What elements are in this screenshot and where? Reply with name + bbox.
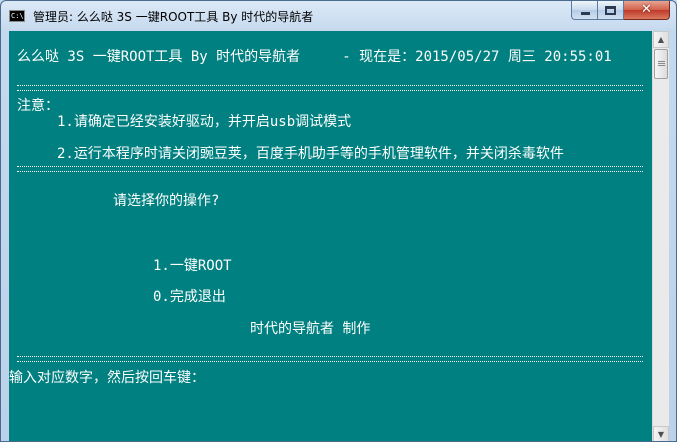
minimize-button[interactable] [571,1,598,20]
notice-item: 2.运行本程序时请关闭豌豆荚，百度手机助手等的手机管理软件，并关闭杀毒软件 [57,146,564,162]
input-prompt: 输入对应数字，然后按回车键： [9,370,205,386]
console-output[interactable]: 么么哒 3S 一键ROOT工具 By 时代的导航者 - 现在是：2015/05/… [9,31,652,441]
grip-line [658,65,665,66]
scroll-up-button[interactable]: ▲ [653,31,669,48]
console-client-area: 么么哒 3S 一键ROOT工具 By 时代的导航者 - 现在是：2015/05/… [9,31,669,441]
arrow-down-icon: ▼ [657,430,665,439]
separator-line [17,85,643,91]
title-bar[interactable]: C:\ 管理员: 么么哒 3S 一键ROOT工具 By 时代的导航者 ✕ [1,1,676,31]
maximize-button[interactable] [598,1,624,20]
select-prompt: 请选择你的操作? [113,193,220,209]
scrollbar-thumb[interactable] [654,49,668,79]
grip-line [658,63,665,64]
credit-text: 时代的导航者 制作 [250,321,371,337]
maximize-icon [605,6,616,15]
notice-label: 注意： [17,98,59,114]
caption-buttons: ✕ [571,1,670,21]
menu-option-exit: 0.完成退出 [153,289,226,305]
notice-item: 1.请确定已经安装好驱动，并开启usb调试模式 [57,114,352,130]
grip-line [658,61,665,62]
console-app-icon[interactable]: C:\ [9,10,25,22]
vertical-scrollbar[interactable]: ▲ ▼ [652,31,669,441]
header-line: 么么哒 3S 一键ROOT工具 By 时代的导航者 - 现在是：2015/05/… [17,49,612,65]
close-icon: ✕ [641,2,652,17]
window-title: 管理员: 么么哒 3S 一键ROOT工具 By 时代的导航者 [33,10,314,24]
close-button[interactable]: ✕ [624,1,670,20]
menu-option-root: 1.一键ROOT [153,258,232,274]
scroll-down-button[interactable]: ▼ [653,426,669,441]
separator-line [17,356,643,362]
arrow-up-icon: ▲ [657,35,665,44]
separator-line [17,166,643,172]
minimize-icon [581,12,590,15]
console-window: C:\ 管理员: 么么哒 3S 一键ROOT工具 By 时代的导航者 ✕ 么么哒… [0,0,677,442]
